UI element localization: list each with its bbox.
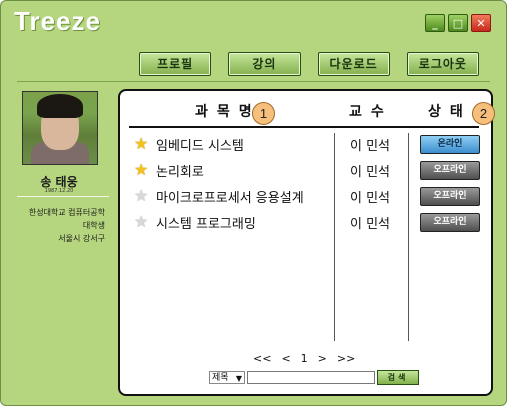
course-row[interactable]: ★ 마이크로프로세서 응용설계 이 민석 오프라인 [134, 187, 480, 209]
course-panel: 과목명 1 교수 상태 2 ★ 임베디드 시스템 이 민석 온라인 ★ 논리회로… [118, 89, 495, 396]
status-offline-button[interactable]: 오프라인 [420, 161, 480, 180]
header-course: 과목명 [195, 104, 261, 120]
search-button[interactable]: 검색 [377, 370, 419, 385]
prev-page-link[interactable]: < [281, 352, 290, 365]
marker-2: 2 [472, 102, 495, 125]
header-divider-line [129, 126, 479, 128]
star-empty-icon[interactable]: ★ [134, 214, 150, 230]
profile-info: 한성대학교 컴퓨터공학 대학생 서울시 강서구 [11, 206, 105, 245]
window-controls: _ □ ✕ [425, 14, 491, 32]
course-name[interactable]: 마이크로프로세서 응용설계 [156, 187, 304, 206]
search-field-value: 제목 [212, 373, 229, 383]
status-offline-button[interactable]: 오프라인 [420, 187, 480, 206]
professor-name: 이 민석 [350, 217, 391, 232]
download-button[interactable]: 다운로드 [317, 52, 390, 76]
course-row[interactable]: ★ 논리회로 이 민석 오프라인 [134, 161, 480, 183]
marker-1: 1 [252, 102, 275, 125]
profile-button[interactable]: 프로필 [139, 52, 212, 76]
top-nav: 프로필 강의 다운로드 로그아웃 [139, 52, 479, 77]
course-row[interactable]: ★ 시스템 프로그래밍 이 민석 오프라인 [134, 213, 480, 235]
profile-school: 한성대학교 컴퓨터공학 [28, 208, 105, 217]
status-offline-button[interactable]: 오프라인 [420, 213, 480, 232]
star-filled-icon[interactable]: ★ [134, 162, 150, 178]
search-field-select[interactable]: 제목 ▼ [209, 371, 245, 384]
close-button[interactable]: ✕ [471, 14, 491, 32]
course-row[interactable]: ★ 임베디드 시스템 이 민석 온라인 [134, 135, 480, 157]
current-page[interactable]: 1 [301, 352, 308, 365]
profile-role: 대학생 [82, 221, 105, 230]
profile-photo [22, 91, 98, 165]
professor-name: 이 민석 [350, 191, 391, 206]
profile-address: 서울시 강서구 [58, 234, 105, 243]
header-status: 상태 [428, 104, 472, 120]
minimize-button[interactable]: _ [425, 14, 445, 32]
header-professor: 교수 [349, 104, 393, 120]
profile-divider [17, 196, 109, 197]
header-divider [17, 81, 490, 82]
maximize-button[interactable]: □ [448, 14, 468, 32]
profile-birthdate: 1987.12.20 [44, 188, 74, 194]
professor-name: 이 민석 [350, 139, 391, 154]
photo-hair [37, 94, 83, 118]
app-window: Treeze _ □ ✕ 프로필 강의 다운로드 로그아웃 송 태웅 1987.… [0, 0, 507, 406]
first-page-link[interactable]: << [253, 352, 271, 365]
professor-name: 이 민석 [350, 165, 391, 180]
star-filled-icon[interactable]: ★ [134, 136, 150, 152]
search-bar: 제목 ▼ 검색 [209, 370, 419, 385]
last-page-link[interactable]: >> [337, 352, 355, 365]
search-input[interactable] [247, 371, 375, 384]
course-name[interactable]: 논리회로 [156, 161, 204, 180]
next-page-link[interactable]: > [318, 352, 327, 365]
lecture-button[interactable]: 강의 [228, 52, 301, 76]
course-name[interactable]: 시스템 프로그래밍 [156, 213, 256, 232]
logout-button[interactable]: 로그아웃 [406, 52, 479, 76]
course-name[interactable]: 임베디드 시스템 [156, 135, 244, 154]
app-title: Treeze [14, 6, 101, 36]
pagination: << < 1 > >> [253, 352, 355, 365]
star-empty-icon[interactable]: ★ [134, 188, 150, 204]
status-online-button[interactable]: 온라인 [420, 135, 480, 154]
dropdown-arrow-icon: ▼ [235, 374, 242, 383]
